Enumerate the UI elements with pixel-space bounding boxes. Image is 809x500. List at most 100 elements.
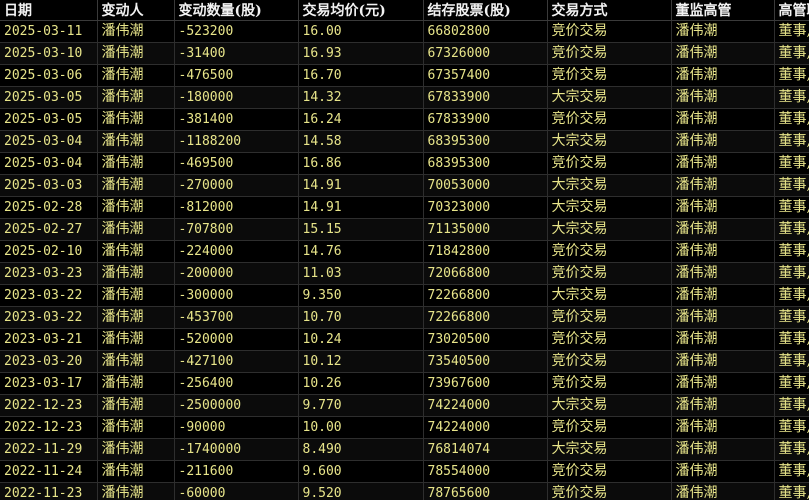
change-shares-cell: -270000 [174, 174, 299, 197]
shares-held-cell: 78554000 [423, 460, 548, 483]
table-row[interactable]: 2025-03-06 潘伟潮 -476500 16.70 67357400 竞价交易 潘伟潮… [0, 64, 809, 87]
insider-trading-table-panel: 日期 变动人 变动数量(股) 交易均价(元) 结存股票(股) 交易方式 董监高管… [0, 0, 809, 500]
changer-cell: 潘伟潮 [97, 262, 175, 285]
changer-cell: 潘伟潮 [97, 416, 175, 439]
executive-cell: 潘伟潮 [671, 394, 775, 417]
change-shares-cell: -523200 [174, 20, 299, 43]
executive-title-cell: 董事, [774, 262, 809, 285]
column-header-average-price[interactable]: 交易均价(元) [298, 0, 424, 21]
table-row[interactable]: 2022-11-24 潘伟潮 -211600 9.600 78554000 竞价交易 潘伟潮… [0, 460, 809, 483]
change-shares-cell: -1740000 [174, 438, 299, 461]
changer-cell: 潘伟潮 [97, 394, 175, 417]
table-row[interactable]: 2023-03-22 潘伟潮 -300000 9.350 72266800 大宗交易 潘伟潮… [0, 284, 809, 307]
executive-cell: 潘伟潮 [671, 306, 775, 329]
column-header-change-shares[interactable]: 变动数量(股) [174, 0, 299, 21]
shares-held-cell: 70053000 [423, 174, 548, 197]
executive-title-cell: 董事, [774, 460, 809, 483]
average-price-cell: 14.76 [298, 240, 424, 263]
changer-cell: 潘伟潮 [97, 152, 175, 175]
table-row[interactable]: 2023-03-21 潘伟潮 -520000 10.24 73020500 竞价交易 潘伟潮… [0, 328, 809, 351]
table-row[interactable]: 2023-03-23 潘伟潮 -200000 11.03 72066800 竞价交易 潘伟潮… [0, 262, 809, 285]
executive-title-cell: 董事, [774, 218, 809, 241]
shares-held-cell: 72066800 [423, 262, 548, 285]
changer-cell: 潘伟潮 [97, 86, 175, 109]
date-cell: 2023-03-20 [0, 350, 98, 373]
executive-title-cell: 董事, [774, 240, 809, 263]
table-row[interactable]: 2025-03-03 潘伟潮 -270000 14.91 70053000 大宗交易 潘伟潮… [0, 174, 809, 197]
changer-cell: 潘伟潮 [97, 284, 175, 307]
column-header-trade-method[interactable]: 交易方式 [547, 0, 672, 21]
date-cell: 2025-03-10 [0, 42, 98, 65]
executive-cell: 潘伟潮 [671, 262, 775, 285]
change-shares-cell: -381400 [174, 108, 299, 131]
column-header-executive-title[interactable]: 高管职务 [774, 0, 809, 21]
table-row[interactable]: 2025-03-04 潘伟潮 -469500 16.86 68395300 竞价交易 潘伟潮… [0, 152, 809, 175]
table-row[interactable]: 2025-03-05 潘伟潮 -180000 14.32 67833900 大宗交易 潘伟潮… [0, 86, 809, 109]
executive-cell: 潘伟潮 [671, 482, 775, 500]
table-row[interactable]: 2025-02-28 潘伟潮 -812000 14.91 70323000 大宗交易 潘伟潮… [0, 196, 809, 219]
executive-cell: 潘伟潮 [671, 64, 775, 87]
shares-held-cell: 72266800 [423, 284, 548, 307]
executive-title-cell: 董事, [774, 108, 809, 131]
changer-cell: 潘伟潮 [97, 20, 175, 43]
table-row[interactable]: 2022-11-29 潘伟潮 -1740000 8.490 76814074 大宗交易 潘伟… [0, 438, 809, 461]
shares-held-cell: 73020500 [423, 328, 548, 351]
average-price-cell: 14.91 [298, 174, 424, 197]
trade-method-cell: 竞价交易 [547, 240, 672, 263]
table-row[interactable]: 2025-02-27 潘伟潮 -707800 15.15 71135000 大宗交易 潘伟潮… [0, 218, 809, 241]
average-price-cell: 16.93 [298, 42, 424, 65]
changer-cell: 潘伟潮 [97, 196, 175, 219]
table-row[interactable]: 2023-03-20 潘伟潮 -427100 10.12 73540500 竞价交易 潘伟潮… [0, 350, 809, 373]
table-row[interactable]: 2022-11-23 潘伟潮 -60000 9.520 78765600 竞价交易 潘伟潮董… [0, 482, 809, 500]
shares-held-cell: 74224000 [423, 394, 548, 417]
table-row[interactable]: 2025-02-10 潘伟潮 -224000 14.76 71842800 竞价交易 潘伟潮… [0, 240, 809, 263]
shares-held-cell: 68395300 [423, 130, 548, 153]
date-cell: 2022-11-23 [0, 482, 98, 500]
column-header-date[interactable]: 日期 [0, 0, 98, 21]
average-price-cell: 10.12 [298, 350, 424, 373]
executive-title-cell: 董事, [774, 86, 809, 109]
header-row: 日期 变动人 变动数量(股) 交易均价(元) 结存股票(股) 交易方式 董监高管… [0, 0, 809, 21]
date-cell: 2025-02-27 [0, 218, 98, 241]
trade-method-cell: 竞价交易 [547, 152, 672, 175]
changer-cell: 潘伟潮 [97, 42, 175, 65]
executive-cell: 潘伟潮 [671, 328, 775, 351]
average-price-cell: 14.58 [298, 130, 424, 153]
trade-method-cell: 竞价交易 [547, 328, 672, 351]
date-cell: 2025-02-10 [0, 240, 98, 263]
trade-method-cell: 竞价交易 [547, 20, 672, 43]
average-price-cell: 14.91 [298, 196, 424, 219]
average-price-cell: 11.03 [298, 262, 424, 285]
trade-method-cell: 竞价交易 [547, 262, 672, 285]
table-row[interactable]: 2025-03-05 潘伟潮 -381400 16.24 67833900 竞价交易 潘伟潮… [0, 108, 809, 131]
table-header: 日期 变动人 变动数量(股) 交易均价(元) 结存股票(股) 交易方式 董监高管… [0, 0, 809, 21]
date-cell: 2025-03-04 [0, 130, 98, 153]
table-row[interactable]: 2022-12-23 潘伟潮 -90000 10.00 74224000 竞价交易 潘伟潮董… [0, 416, 809, 439]
table-row[interactable]: 2022-12-23 潘伟潮 -2500000 9.770 74224000 大宗交易 潘伟… [0, 394, 809, 417]
table-row[interactable]: 2025-03-11 潘伟潮 -523200 16.00 66802800 竞价交易 潘伟潮… [0, 20, 809, 43]
changer-cell: 潘伟潮 [97, 108, 175, 131]
executive-title-cell: 董事, [774, 284, 809, 307]
table-row[interactable]: 2025-03-04 潘伟潮 -1188200 14.58 68395300 大宗交易 潘伟… [0, 130, 809, 153]
average-price-cell: 15.15 [298, 218, 424, 241]
date-cell: 2023-03-23 [0, 262, 98, 285]
executive-cell: 潘伟潮 [671, 350, 775, 373]
date-cell: 2025-03-05 [0, 86, 98, 109]
trade-method-cell: 竞价交易 [547, 108, 672, 131]
table-row[interactable]: 2025-03-10 潘伟潮 -31400 16.93 67326000 竞价交易 潘伟潮董… [0, 42, 809, 65]
column-header-changer[interactable]: 变动人 [97, 0, 175, 21]
trade-method-cell: 大宗交易 [547, 196, 672, 219]
date-cell: 2023-03-22 [0, 306, 98, 329]
trade-method-cell: 大宗交易 [547, 130, 672, 153]
change-shares-cell: -469500 [174, 152, 299, 175]
column-header-shares-held[interactable]: 结存股票(股) [423, 0, 548, 21]
table-row[interactable]: 2023-03-17 潘伟潮 -256400 10.26 73967600 竞价交易 潘伟潮… [0, 372, 809, 395]
table-row[interactable]: 2023-03-22 潘伟潮 -453700 10.70 72266800 竞价交易 潘伟潮… [0, 306, 809, 329]
executive-cell: 潘伟潮 [671, 218, 775, 241]
column-header-executive[interactable]: 董监高管 [671, 0, 775, 21]
change-shares-cell: -224000 [174, 240, 299, 263]
average-price-cell: 9.520 [298, 482, 424, 500]
changer-cell: 潘伟潮 [97, 306, 175, 329]
executive-title-cell: 董事, [774, 174, 809, 197]
executive-cell: 潘伟潮 [671, 130, 775, 153]
